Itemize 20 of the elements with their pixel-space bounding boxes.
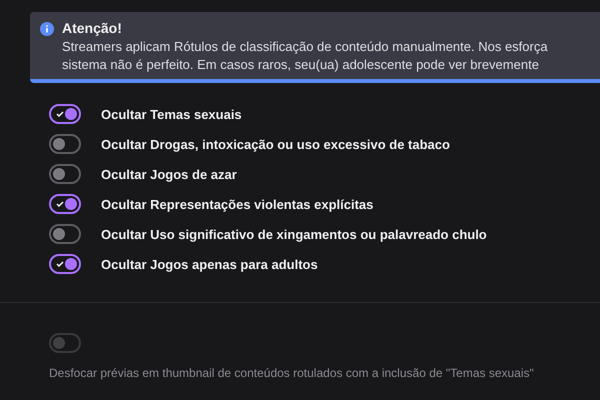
toggle-label: Ocultar Jogos de azar xyxy=(101,166,237,182)
toggle-label: Ocultar Jogos apenas para adultos xyxy=(101,256,318,272)
setting-description: Desfocar prévias em thumbnail de conteúdos rotulados com a inclusão de "Temas sexuais" xyxy=(49,366,535,380)
alert-text: Streamers aplicam Rótulos de classificação de conteúdo manualmente. Nos esforça xyxy=(62,39,548,54)
check-icon xyxy=(56,201,64,207)
toggle-switch[interactable] xyxy=(49,194,81,214)
toggle-label: Ocultar Representações violentas explícitas xyxy=(101,196,374,212)
toggle-switch[interactable] xyxy=(49,104,81,124)
toggle-label: Ocultar Uso significativo de xingamentos ou palavreado chulo xyxy=(101,226,487,242)
toggle-label: Ocultar Drogas, intoxicação ou uso excessivo de tabaco xyxy=(101,136,450,152)
check-icon xyxy=(56,111,64,117)
info-icon xyxy=(40,22,54,36)
alert-text: sistema não é perfeito. Em casos raros, seu(ua) adolescente pode ver brevemente xyxy=(62,57,540,72)
toggle-switch[interactable] xyxy=(49,134,81,154)
toggle-switch[interactable] xyxy=(49,164,81,184)
toggle-switch[interactable] xyxy=(49,254,81,274)
alert-title: Atenção! xyxy=(62,20,123,36)
toggle-switch[interactable] xyxy=(49,224,81,244)
check-icon xyxy=(56,261,64,267)
toggle-label: Ocultar Temas sexuais xyxy=(101,106,242,122)
